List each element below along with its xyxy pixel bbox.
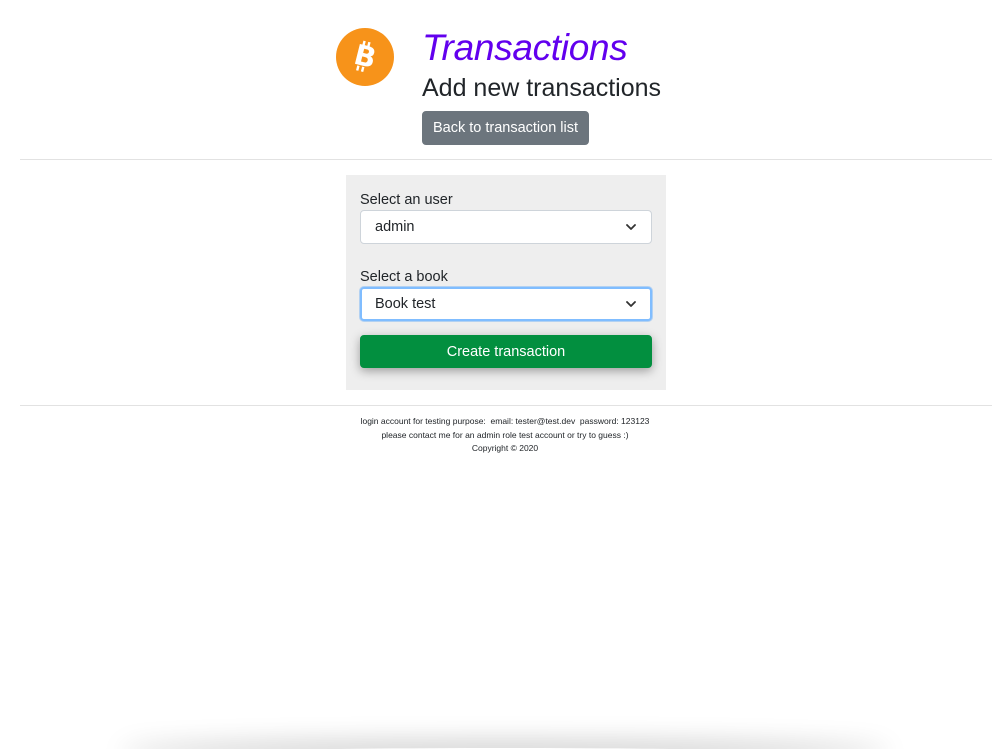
footer-divider [20, 405, 992, 406]
footer-copyright: Copyright © 2020 [471, 443, 539, 453]
book-select[interactable]: Book test [360, 287, 652, 321]
user-select-label: Select an user [360, 192, 453, 208]
chevron-down-icon [626, 224, 636, 230]
footer: login account for testing purpose: email… [0, 415, 999, 456]
footer-test-account-note: login account for testing purpose: email… [360, 416, 650, 426]
book-select-value: Book test [375, 296, 436, 312]
back-to-list-button[interactable]: Back to transaction list [422, 111, 589, 145]
transaction-form: Select an user admin Select a book Book … [346, 175, 666, 390]
page-title: Transactions [422, 27, 628, 68]
bitcoin-logo: B [336, 28, 394, 86]
book-select-label: Select a book [360, 269, 448, 285]
user-select-value: admin [375, 219, 415, 235]
user-select[interactable]: admin [360, 210, 652, 244]
header-divider [20, 159, 992, 160]
page-subtitle: Add new transactions [422, 74, 662, 102]
footer-contact-note: please contact me for an admin role test… [381, 429, 629, 440]
bitcoin-icon: B [351, 38, 380, 75]
chevron-down-icon [626, 301, 636, 307]
page: B Transactions Add new transactions Back… [0, 0, 999, 749]
create-transaction-button[interactable]: Create transaction [360, 335, 652, 368]
